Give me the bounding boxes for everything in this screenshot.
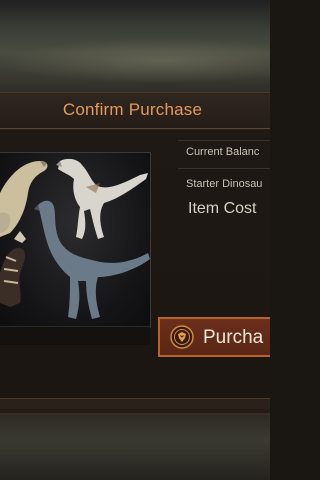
purchase-button[interactable]: Purcha: [158, 317, 270, 357]
purchase-button-label: Purcha: [203, 327, 264, 348]
dialog-title: Confirm Purchase: [62, 100, 203, 119]
item-artwork: [0, 152, 151, 328]
dinosaur-top-right: [56, 158, 148, 239]
blurred-game-background-bottom: [0, 408, 270, 480]
blurred-game-background-top: [0, 0, 270, 96]
current-balance-label: Current Balanc: [186, 146, 260, 158]
dialog-bottom-edge: [0, 398, 270, 409]
divider: [178, 168, 270, 169]
dinosaur-center: [34, 200, 150, 319]
dinosaur-emblem-icon: [170, 325, 194, 349]
item-artwork-caption-bar: [0, 326, 150, 345]
divider: [178, 140, 270, 141]
item-cost-label: Item Cost: [188, 200, 257, 217]
item-name-label: Starter Dinosau: [186, 178, 263, 190]
